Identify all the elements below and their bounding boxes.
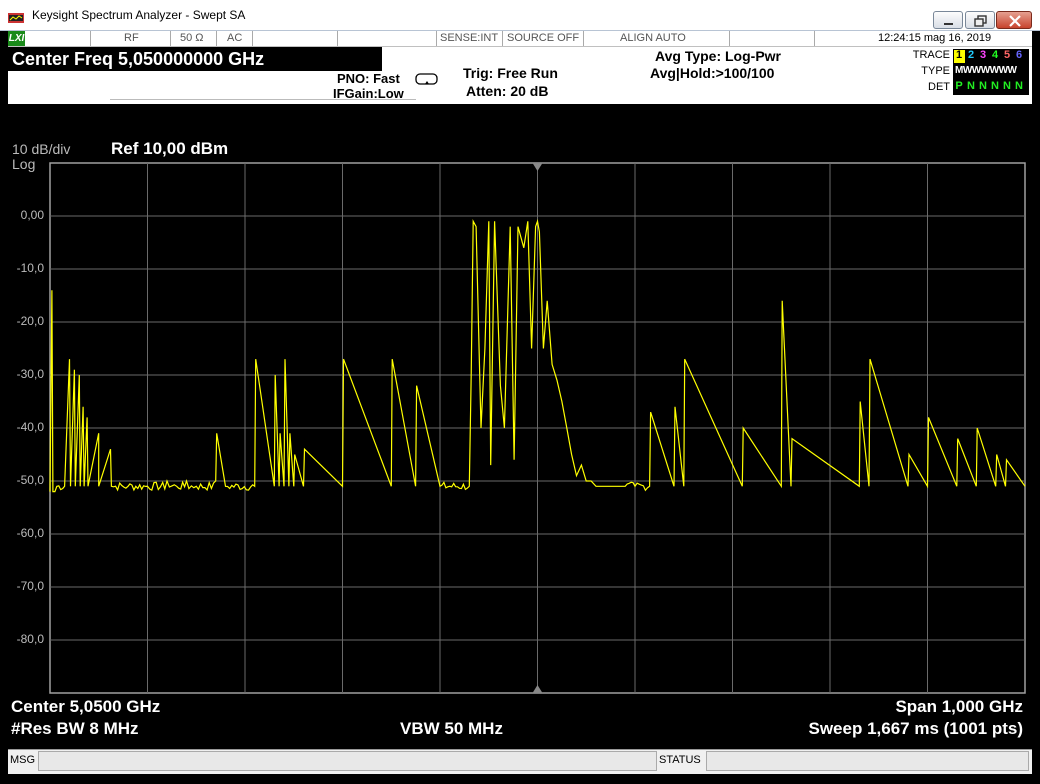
y-tick-label: -60,0 [16,526,44,540]
y-tick-label: -50,0 [16,473,44,487]
center-marker-bottom [532,685,543,693]
sweep-label: Sweep 1,667 ms (1001 pts) [808,719,1023,738]
y-tick-label: 0,00 [20,208,44,222]
center-marker-top [532,163,543,171]
y-tick-label: -10,0 [16,261,44,275]
status-label: STATUS [659,754,701,766]
span-label: Span 1,000 GHz [895,697,1023,716]
y-tick-label: -80,0 [16,632,44,646]
y-tick-label: -30,0 [16,367,44,381]
vbw-label: VBW 50 MHz [400,719,503,738]
spectrum-graticule [49,162,1026,694]
status-field [706,751,1029,771]
y-tick-label: -40,0 [16,420,44,434]
center-label: Center 5,0500 GHz [11,697,161,716]
y-tick-label: -70,0 [16,579,44,593]
message-field [38,751,657,771]
msg-label: MSG [10,754,36,766]
res-bw-label: #Res BW 8 MHz [11,719,139,738]
y-tick-label: -20,0 [16,314,44,328]
